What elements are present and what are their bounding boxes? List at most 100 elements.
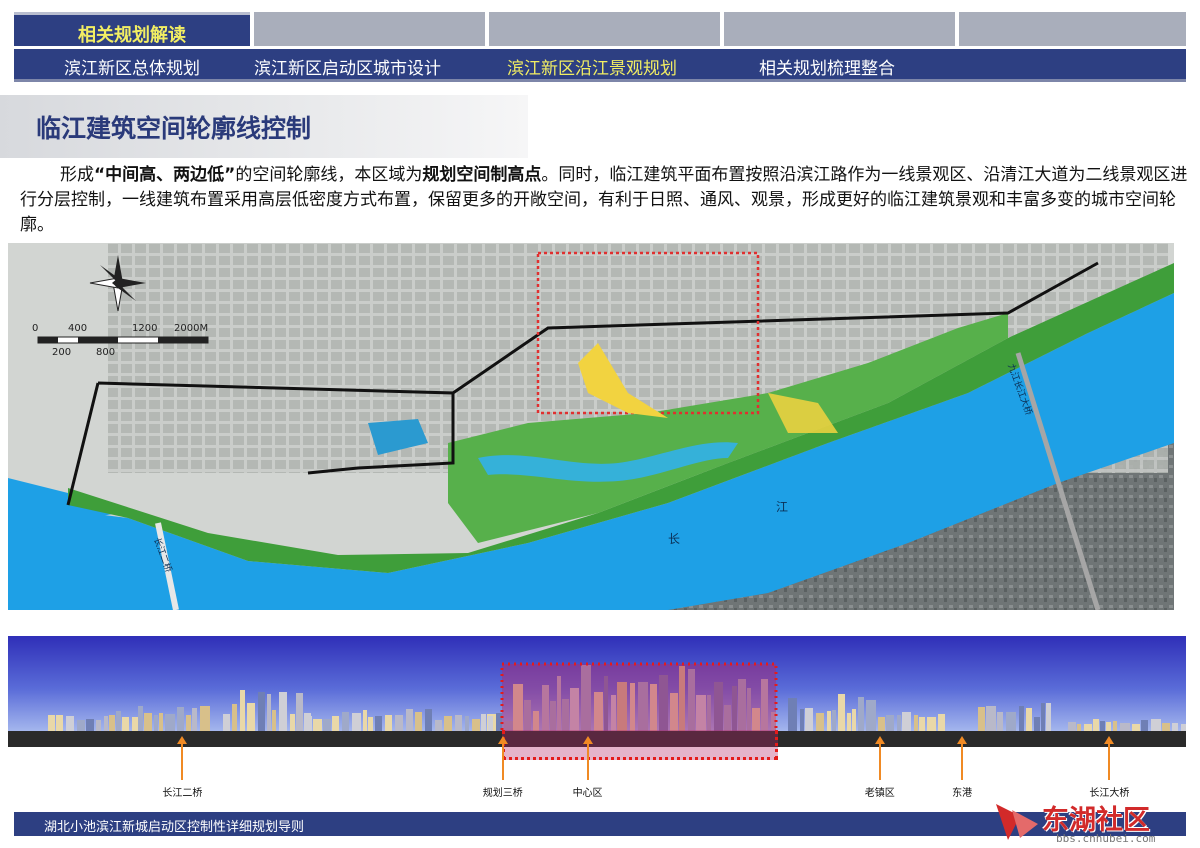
- skyline-building: [997, 712, 1003, 732]
- map-svg: 0 400 1200 2000M 200 800 长 江 长江二桥 九江长江大桥: [8, 243, 1174, 610]
- scale-label-2000: 2000M: [174, 323, 208, 334]
- master-plan-map: 0 400 1200 2000M 200 800 长 江 长江二桥 九江长江大桥: [8, 243, 1174, 610]
- skyline-building: [406, 709, 413, 732]
- skyline-building: [258, 692, 265, 732]
- center-highlight-frame: [500, 662, 778, 736]
- marker-label: 中心区: [572, 788, 603, 799]
- skyline-building: [838, 694, 845, 732]
- skyline-building: [332, 716, 339, 732]
- skyline-building: [375, 716, 382, 732]
- scale-label-400: 400: [68, 323, 87, 334]
- section-tab-label: 相关规划解读: [78, 25, 186, 46]
- para-text-2: 的空间轮廓线，本区域为: [235, 165, 423, 185]
- skyline-building: [852, 709, 856, 732]
- skyline-building: [816, 713, 824, 732]
- skyline-svg: [8, 636, 1186, 736]
- skyline-building: [240, 690, 245, 732]
- description-paragraph: 形成“中间高、两边低”的空间轮廓线，本区域为规划空间制高点。同时，临江建筑平面布…: [20, 163, 1190, 238]
- skyline-building: [415, 712, 422, 732]
- skyline-building: [48, 715, 55, 732]
- scale-label-800: 800: [96, 347, 115, 358]
- skyline-building: [138, 706, 143, 732]
- skyline-building: [481, 714, 486, 732]
- skyline-building: [154, 715, 158, 732]
- skyline-building: [919, 717, 925, 732]
- marker-arrow-icon: [1104, 736, 1115, 780]
- tab-top-5: [959, 12, 1186, 46]
- skyline-building: [986, 706, 996, 732]
- skyline-building: [805, 708, 813, 732]
- marker-arrow-icon: [177, 736, 188, 780]
- tab-top-3: [489, 12, 720, 46]
- skyline-building: [395, 715, 403, 732]
- tab-top-2: [254, 12, 485, 46]
- skyline-building: [272, 710, 276, 732]
- skyline-building: [200, 706, 210, 732]
- watermark: 东湖社区 bbs.cnhubei.com: [994, 798, 1194, 846]
- title-band: 临江建筑空间轮廓线控制: [0, 95, 528, 158]
- skyline-building: [165, 714, 175, 732]
- skyline-building: [144, 713, 152, 732]
- skyline-building: [122, 717, 129, 732]
- skyline-building: [425, 709, 432, 732]
- skyline-building: [177, 707, 184, 732]
- skyline-building: [308, 716, 312, 732]
- skyline-building: [192, 708, 197, 732]
- skyline-building: [132, 717, 138, 732]
- skyline-building: [186, 715, 191, 732]
- tab-riverside-landscape[interactable]: 滨江新区沿江景观规划: [507, 54, 677, 79]
- marker-label: 老镇区: [864, 788, 895, 799]
- page-title: 临江建筑空间轮廓线控制: [36, 114, 312, 143]
- scale-label-0: 0: [32, 323, 38, 334]
- skyline-building: [886, 715, 894, 732]
- skyline-building: [247, 703, 255, 732]
- skyline-building: [267, 694, 271, 732]
- skyline-building: [1006, 712, 1016, 732]
- skyline-building: [488, 716, 493, 732]
- center-highlight-frame-base: [502, 730, 778, 760]
- skyline-building: [66, 716, 74, 732]
- tab-plan-integration[interactable]: 相关规划梳理整合: [759, 54, 895, 79]
- skyline-building: [368, 717, 373, 732]
- scale-label-1200: 1200: [132, 323, 157, 334]
- skyline-building: [897, 715, 901, 732]
- marker-arrow-icon: [874, 736, 885, 780]
- skyline-building: [444, 716, 452, 732]
- marker-label: 长江大桥: [1089, 788, 1130, 799]
- para-bold-1: “中间高、两边低”: [94, 165, 236, 185]
- skyline-building: [455, 715, 462, 732]
- tab-top-4: [724, 12, 955, 46]
- footer-title: 湖北小池滨江新城启动区控制性详细规划导则: [44, 820, 305, 835]
- watermark-url: bbs.cnhubei.com: [1056, 832, 1156, 845]
- skyline-building: [1026, 708, 1032, 732]
- skyline-building: [363, 710, 367, 732]
- skyline-building: [385, 715, 392, 732]
- tab-start-area-design[interactable]: 滨江新区启动区城市设计: [254, 54, 441, 79]
- section-tab[interactable]: 相关规划解读: [14, 12, 250, 46]
- skyline-building: [232, 704, 237, 732]
- marker-arrow-icon: [497, 736, 508, 780]
- skyline-building: [938, 714, 945, 732]
- skyline-building: [279, 692, 287, 732]
- skyline-building: [1046, 703, 1051, 732]
- top-navigation: 相关规划解读 滨江新区总体规划 滨江新区启动区城市设计 滨江新区沿江景观规划 相…: [14, 12, 1186, 82]
- skyline-elevation: [8, 636, 1186, 736]
- skyline-building: [223, 714, 230, 732]
- skyline-building: [827, 711, 831, 732]
- skyline-building: [878, 717, 885, 732]
- skyline-building: [290, 714, 295, 732]
- tab-overall-plan[interactable]: 滨江新区总体规划: [64, 54, 200, 79]
- skyline-building: [866, 700, 876, 732]
- skyline-building: [978, 707, 985, 732]
- scale-label-200: 200: [52, 347, 71, 358]
- skyline-building: [352, 713, 361, 732]
- skyline-building: [342, 712, 349, 732]
- skyline-building: [104, 716, 108, 732]
- skyline-building: [800, 709, 804, 732]
- para-text-1: 形成: [60, 165, 94, 185]
- skyline-building: [1019, 706, 1024, 732]
- skyline-building: [159, 713, 163, 732]
- marker-label: 东港: [952, 788, 973, 799]
- marker-label: 规划三桥: [482, 788, 523, 799]
- skyline-building: [109, 715, 115, 732]
